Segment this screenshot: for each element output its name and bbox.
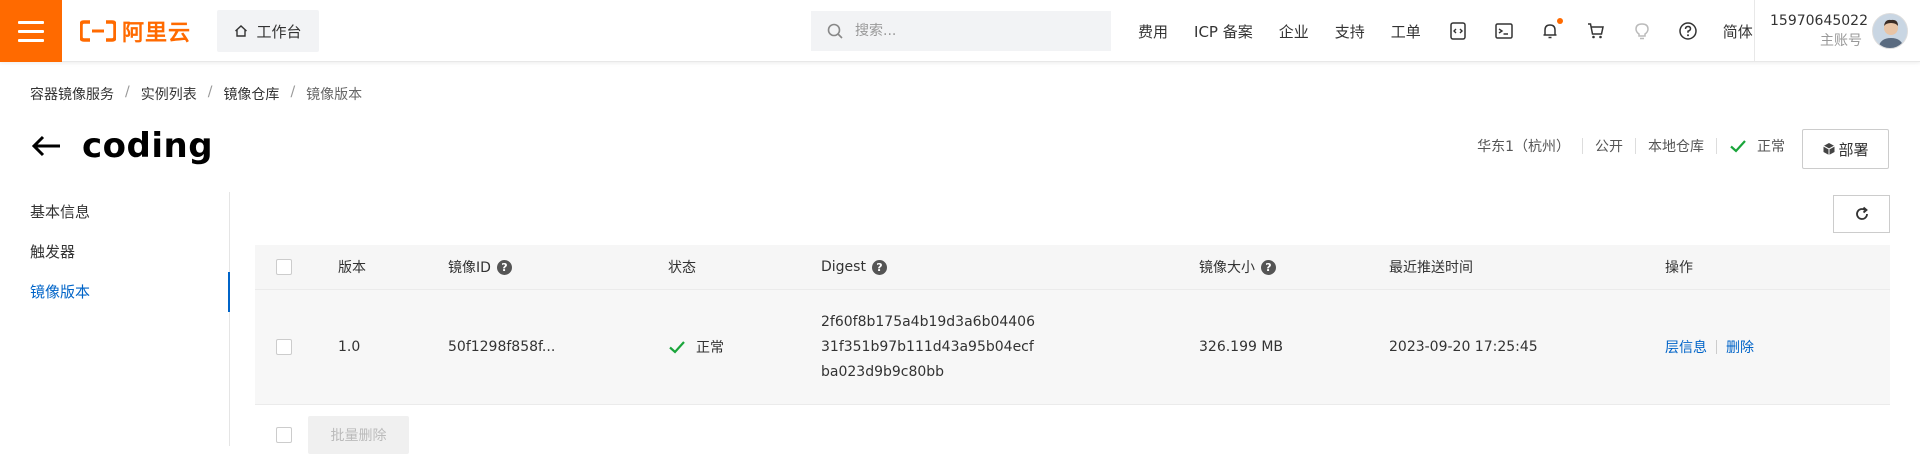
- col-header-digest: Digest ?: [821, 259, 1199, 275]
- row-checkbox[interactable]: [276, 339, 292, 355]
- repo-meta: 华东1（杭州） 公开 本地仓库 正常: [1477, 136, 1785, 156]
- search-icon: [827, 23, 843, 39]
- repo-status-label: 正常: [1757, 139, 1785, 155]
- back-arrow-icon[interactable]: [30, 134, 62, 158]
- breadcrumb-image-repo[interactable]: 镜像仓库: [223, 84, 279, 104]
- logo-text: 阿里云: [122, 21, 192, 46]
- hamburger-menu-button[interactable]: [0, 0, 62, 62]
- layer-info-link[interactable]: 层信息: [1665, 337, 1707, 357]
- nav-link-icp[interactable]: ICP 备案: [1194, 21, 1253, 42]
- aliyun-logo[interactable]: 阿里云: [80, 16, 191, 46]
- side-item-image-versions[interactable]: 镜像版本: [0, 272, 230, 312]
- avatar[interactable]: [1872, 13, 1908, 49]
- deploy-icon: [1823, 143, 1836, 155]
- terminal-icon[interactable]: [1493, 20, 1515, 42]
- batch-delete-button[interactable]: 批量删除: [308, 416, 409, 454]
- user-avatar-icon: [1873, 14, 1907, 48]
- repo-type-label: 本地仓库: [1648, 139, 1704, 155]
- col-header-image-id: 镜像ID ?: [448, 257, 668, 277]
- help-icon[interactable]: ?: [496, 259, 512, 275]
- col-header-status: 状态: [668, 260, 696, 276]
- nav-link-tickets[interactable]: 工单: [1391, 21, 1421, 42]
- home-icon: [235, 25, 248, 37]
- breadcrumb-separator: /: [290, 84, 296, 100]
- code-icon[interactable]: [1447, 20, 1469, 42]
- refresh-button[interactable]: [1833, 195, 1890, 233]
- digest-line: ba023d9b9c80bb: [821, 364, 945, 380]
- meta-divider: [1582, 138, 1583, 154]
- table-row: 1.0 50f1298f858f... 正常 2f60f8b175a4b19d3…: [255, 289, 1890, 405]
- top-navbar: 阿里云 工作台 费用 ICP 备案 企业 支持 工单: [0, 0, 1920, 62]
- notification-dot: [1556, 18, 1563, 24]
- delete-link[interactable]: 删除: [1726, 337, 1754, 357]
- col-header-size-label: 镜像大小: [1199, 260, 1255, 276]
- page-header: coding: [30, 126, 213, 166]
- visibility-label: 公开: [1595, 139, 1623, 155]
- breadcrumb: 容器镜像服务 / 实例列表 / 镜像仓库 / 镜像版本: [30, 84, 362, 104]
- op-divider: [1716, 340, 1717, 354]
- check-icon: [1730, 140, 1746, 153]
- table-footer: 批量删除: [255, 416, 409, 454]
- top-nav-links: 费用 ICP 备案 企业 支持 工单 简体: [1138, 0, 1775, 62]
- account-divider: [1754, 0, 1755, 62]
- lightbulb-icon[interactable]: [1631, 20, 1653, 42]
- help-icon[interactable]: ?: [1261, 259, 1276, 275]
- page-title: coding: [82, 126, 214, 166]
- cart-icon[interactable]: [1585, 20, 1607, 42]
- footer-select-all-checkbox[interactable]: [276, 427, 292, 443]
- size-cell: 326.199 MB: [1199, 339, 1284, 355]
- nav-link-billing[interactable]: 费用: [1138, 21, 1168, 42]
- col-header-push-time: 最近推送时间: [1389, 260, 1473, 276]
- digest-line: 31f351b97b111d43a95b04ecf: [821, 339, 1034, 355]
- workbench-button[interactable]: 工作台: [217, 10, 319, 52]
- meta-divider: [1716, 138, 1717, 154]
- col-header-ops: 操作: [1665, 260, 1693, 276]
- account-info[interactable]: 15970645022 主账号: [1770, 12, 1868, 52]
- status-cell: 正常: [668, 337, 821, 357]
- col-header-version: 版本: [338, 260, 366, 276]
- col-header-image-id-label: 镜像ID: [448, 260, 491, 276]
- breadcrumb-separator: /: [125, 84, 130, 100]
- nav-link-enterprise[interactable]: 企业: [1279, 21, 1309, 42]
- global-search[interactable]: [811, 11, 1111, 51]
- side-item-triggers[interactable]: 触发器: [0, 232, 229, 272]
- help-icon[interactable]: ?: [871, 259, 887, 275]
- col-header-size: 镜像大小 ?: [1199, 257, 1389, 277]
- ops-cell: 层信息 删除: [1665, 337, 1890, 357]
- table-header: 版本 镜像ID ? 状态 Digest ? 镜像大小 ? 最近推送时间 操作: [255, 245, 1890, 289]
- image-id-cell: 50f1298f858f...: [448, 339, 556, 355]
- breadcrumb-image-version: 镜像版本: [306, 87, 363, 103]
- meta-divider: [1635, 138, 1636, 154]
- col-header-digest-label: Digest: [821, 259, 866, 275]
- push-time-cell: 2023-09-20 17:25:45: [1389, 339, 1538, 355]
- side-item-basic-info[interactable]: 基本信息: [0, 192, 229, 232]
- breadcrumb-instance-list[interactable]: 实例列表: [141, 84, 197, 104]
- digest-cell: 2f60f8b175a4b19d3a6b04406 31f351b97b111d…: [821, 312, 1199, 382]
- check-icon: [669, 341, 685, 354]
- account-type: 主账号: [1820, 33, 1862, 49]
- bell-icon[interactable]: [1539, 18, 1563, 42]
- version-cell: 1.0: [338, 339, 361, 355]
- workbench-label: 工作台: [256, 22, 302, 41]
- refresh-icon: [1855, 206, 1868, 220]
- aliyun-logo-icon: [80, 20, 116, 42]
- deploy-button[interactable]: 部署: [1802, 129, 1889, 169]
- account-id: 15970645022: [1770, 13, 1868, 29]
- region-label: 华东1（杭州）: [1477, 139, 1570, 155]
- image-version-table: 版本 镜像ID ? 状态 Digest ? 镜像大小 ? 最近推送时间 操作 1…: [255, 245, 1890, 405]
- select-all-checkbox[interactable]: [276, 259, 292, 275]
- help-icon[interactable]: [1677, 20, 1699, 42]
- side-menu: 基本信息 触发器 镜像版本: [0, 192, 230, 446]
- digest-line: 2f60f8b175a4b19d3a6b04406: [821, 314, 1035, 330]
- search-input[interactable]: [853, 22, 1093, 40]
- breadcrumb-separator: /: [207, 84, 213, 100]
- breadcrumb-container-registry[interactable]: 容器镜像服务: [30, 84, 114, 104]
- deploy-label: 部署: [1838, 140, 1869, 159]
- language-switch[interactable]: 简体: [1723, 21, 1753, 42]
- nav-link-support[interactable]: 支持: [1335, 21, 1365, 42]
- status-label: 正常: [696, 340, 724, 356]
